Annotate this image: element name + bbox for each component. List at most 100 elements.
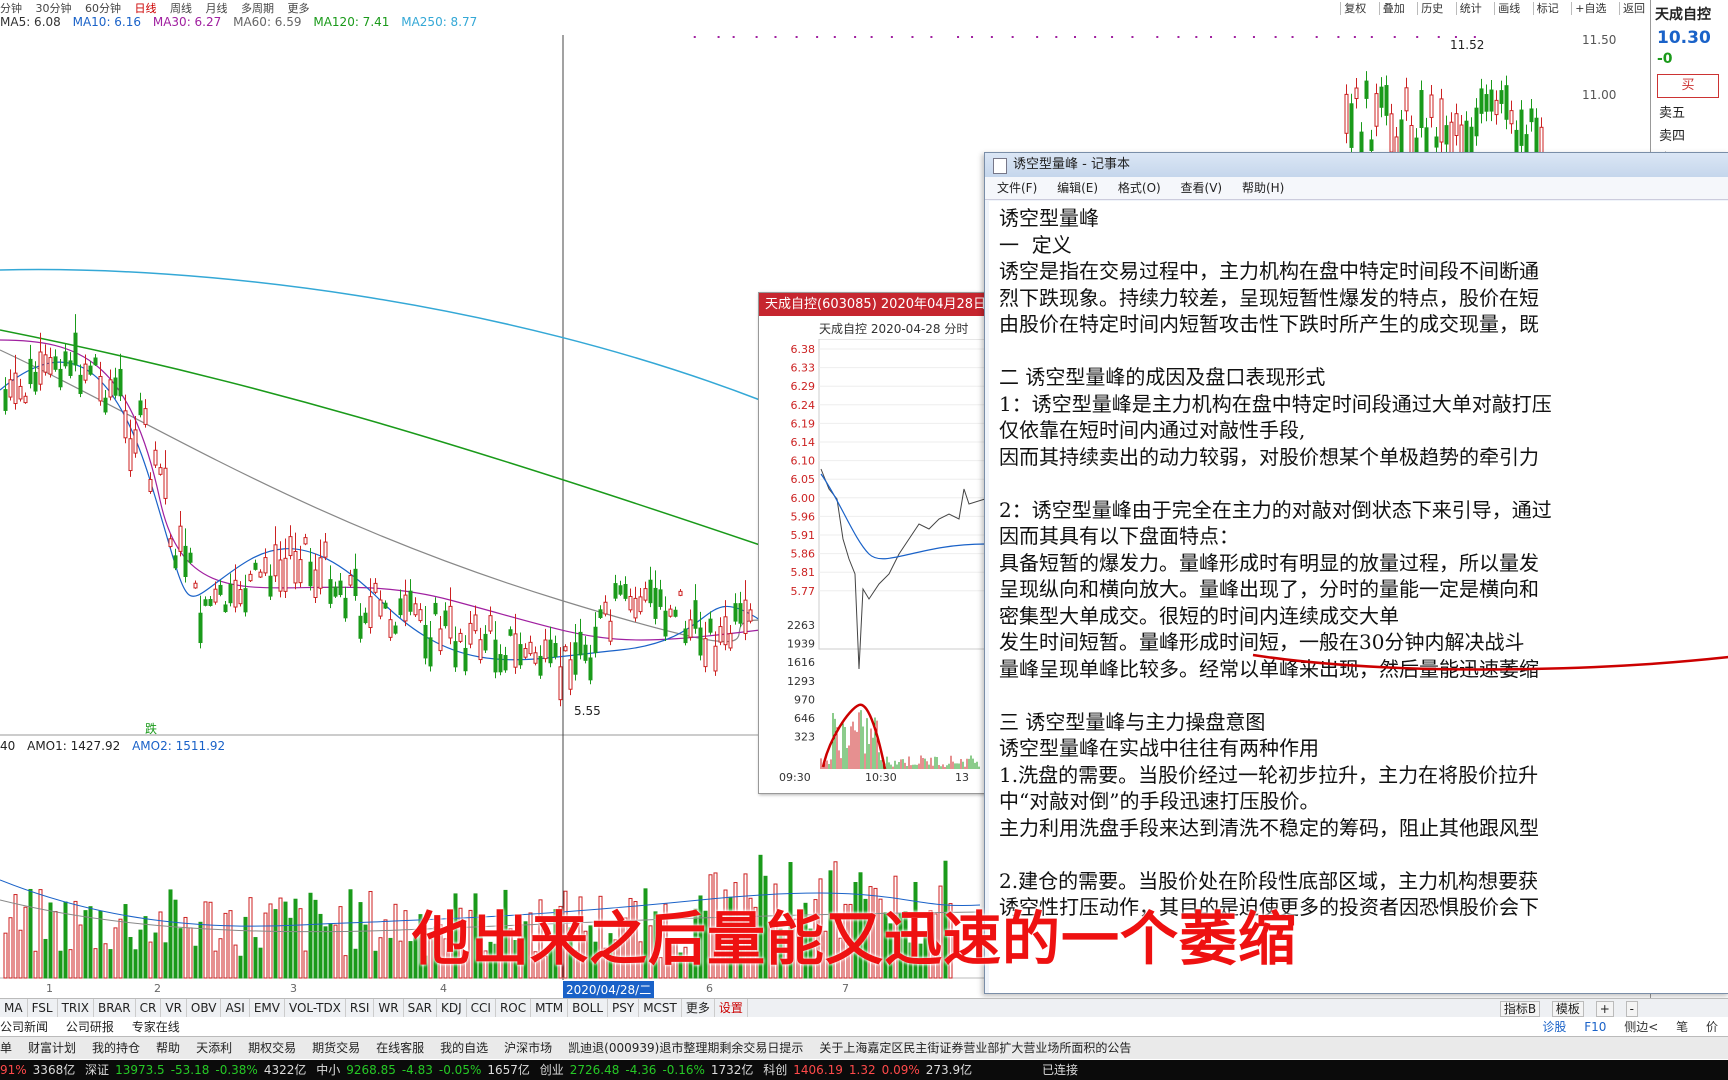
indicator-tab-16[interactable]: MTM	[531, 999, 569, 1017]
period-week[interactable]: 周线	[170, 2, 192, 15]
notepad-window[interactable]: 诱空型量峰 - 记事本 文件(F) 编辑(E) 格式(O) 查看(V) 帮助(H…	[984, 152, 1728, 994]
menu-view[interactable]: 查看(V)	[1181, 181, 1223, 195]
indicator-tab-2[interactable]: TRIX	[58, 999, 94, 1017]
signal-dot	[957, 36, 960, 38]
indicator-tab-7[interactable]: ASI	[221, 999, 250, 1017]
period-more[interactable]: 更多	[288, 2, 310, 15]
toolbar-item-7[interactable]: 在线客服	[376, 1041, 424, 1055]
period-day[interactable]: 日线	[135, 2, 157, 15]
indicator-tab-13[interactable]: KDJ	[437, 999, 467, 1017]
indicator-tab-10[interactable]: RSI	[346, 999, 375, 1017]
toolbar-item-9[interactable]: 沪深市场	[504, 1041, 552, 1055]
candle-body	[553, 643, 558, 658]
toolbar-item-1[interactable]: 财富计划	[28, 1041, 76, 1055]
period-30[interactable]: 30分钟	[36, 2, 72, 15]
indicator-tab-18[interactable]: PSY	[608, 999, 640, 1017]
indicator-tab-5[interactable]: VR	[161, 999, 187, 1017]
candle-body	[1494, 99, 1499, 116]
notepad-line	[999, 682, 1728, 709]
chart-toolbar[interactable]: 复权 叠加 历史 统计 画线 标记 +自选 返回	[1334, 0, 1648, 16]
stats-button[interactable]: 统计	[1455, 2, 1485, 15]
indicator-tab-21[interactable]: 设置	[715, 999, 748, 1017]
indicator-tab-4[interactable]: CR	[136, 999, 162, 1017]
candle-body	[93, 357, 98, 366]
period-60[interactable]: 60分钟	[85, 2, 121, 15]
zoom-out-button[interactable]: -	[1625, 1001, 1638, 1017]
period-month[interactable]: 月线	[206, 2, 228, 15]
buy-button[interactable]: 买	[1657, 74, 1719, 98]
ticker-sz-pct: -0.38%	[215, 1063, 258, 1077]
indicator-tab-11[interactable]: WR	[374, 999, 404, 1017]
company-research-tab[interactable]: 公司研报	[66, 1020, 114, 1034]
back-button[interactable]: 返回	[1619, 2, 1648, 15]
draw-button[interactable]: 画线	[1494, 2, 1524, 15]
toolbar-item-8[interactable]: 我的自选	[440, 1041, 488, 1055]
volume-bar	[173, 899, 178, 979]
restore-button[interactable]: 复权	[1340, 2, 1370, 15]
indicator-tab-17[interactable]: BOLL	[568, 999, 609, 1017]
volume-bar	[308, 892, 313, 979]
period-multi[interactable]: 多周期	[241, 2, 274, 15]
overlay-button[interactable]: 叠加	[1378, 2, 1408, 15]
indicator-tab-8[interactable]: EMV	[250, 999, 285, 1017]
menu-edit[interactable]: 编辑(E)	[1057, 181, 1098, 195]
candle-body	[73, 332, 78, 366]
candle-body	[393, 625, 398, 634]
indicator-tab-3[interactable]: BRAR	[94, 999, 136, 1017]
indicator-tab-0[interactable]: MA	[0, 999, 28, 1017]
diagnosis-tabs[interactable]: 诊股 F10 侧边< 笔 价	[1528, 1018, 1718, 1035]
menu-file[interactable]: 文件(F)	[997, 181, 1037, 195]
notepad-menubar[interactable]: 文件(F) 编辑(E) 格式(O) 查看(V) 帮助(H)	[985, 177, 1728, 200]
indicator-b-button[interactable]: 指标B	[1499, 1001, 1541, 1017]
intraday-popup-title[interactable]: 天成自控(603085) 2020年04月28日 星期二	[759, 293, 985, 316]
indicator-tools[interactable]: 指标B 模板 + -	[1492, 1000, 1638, 1017]
notepad-text-area[interactable]: 诱空型量峰一 定义 诱空是指在交易过程中，主力机构在盘中特定时间段不间断通 烈下跌现…	[989, 201, 1728, 993]
price-button[interactable]: 价	[1706, 1020, 1718, 1034]
add-watch-button[interactable]: +自选	[1571, 2, 1610, 15]
indicator-tab-20[interactable]: 更多	[682, 999, 715, 1017]
info-tabs[interactable]: 公司新闻 公司研报 专家在线	[0, 1018, 194, 1035]
menu-format[interactable]: 格式(O)	[1118, 181, 1161, 195]
volume-bar	[293, 898, 298, 979]
indicator-tab-12[interactable]: SAR	[404, 999, 437, 1017]
volume-bar	[58, 950, 63, 979]
menu-help[interactable]: 帮助(H)	[1242, 181, 1284, 195]
toolbar-item-6[interactable]: 期货交易	[312, 1041, 360, 1055]
candle-body	[1474, 107, 1479, 137]
company-news-tab[interactable]: 公司新闻	[0, 1020, 48, 1034]
indicator-tab-1[interactable]: FSL	[28, 999, 58, 1017]
toolbar-item-4[interactable]: 天添利	[196, 1041, 232, 1055]
bottom-toolbar[interactable]: 单 财富计划 我的持仓 帮助 天添利 期权交易 期货交易 在线客服 我的自选 沪深市场 凯迪退(00…	[0, 1036, 1728, 1059]
volume-bar	[283, 901, 288, 979]
indicator-tab-19[interactable]: MCST	[639, 999, 682, 1017]
mark-button[interactable]: 标记	[1532, 2, 1562, 15]
period-bar[interactable]: 分钟 30分钟 60分钟 日线 周线 月线 多周期 更多	[0, 0, 320, 15]
history-button[interactable]: 历史	[1417, 2, 1447, 15]
low-price-mark: 5.55	[574, 704, 601, 718]
toolbar-item-2[interactable]: 我的持仓	[92, 1041, 140, 1055]
f10-button[interactable]: F10	[1584, 1020, 1606, 1034]
toolbar-item-5[interactable]: 期权交易	[248, 1041, 296, 1055]
notepad-titlebar[interactable]: 诱空型量峰 - 记事本	[985, 153, 1728, 177]
ticker-zx-amt: 1657亿	[487, 1063, 530, 1077]
intraday-popup[interactable]: 天成自控(603085) 2020年04月28日 星期二 天成自控 2020-0…	[758, 292, 986, 794]
diagnose-button[interactable]: 诊股	[1542, 1020, 1566, 1034]
template-button[interactable]: 模板	[1551, 1001, 1584, 1017]
indicator-tabs[interactable]: MA FSL TRIX BRAR CR VR OBV ASI EMV VOL-TDX RSI WR SA…	[0, 998, 1728, 1017]
sidebar-toggle[interactable]: 侧边<	[1624, 1020, 1658, 1034]
toolbar-item-0[interactable]: 单	[0, 1041, 12, 1055]
indicator-tab-9[interactable]: VOL-TDX	[285, 999, 346, 1017]
tick-button[interactable]: 笔	[1676, 1020, 1688, 1034]
toolbar-item-3[interactable]: 帮助	[156, 1041, 180, 1055]
period-min[interactable]: 分钟	[0, 2, 22, 15]
expert-online-tab[interactable]: 专家在线	[132, 1020, 180, 1034]
indicator-tab-6[interactable]: OBV	[187, 999, 222, 1017]
candle-body	[148, 478, 153, 492]
indicator-tab-14[interactable]: CCI	[467, 999, 496, 1017]
toolbar-item-11[interactable]: 关于上海嘉定区民主街证券营业部扩大营业场所面积的公告	[819, 1041, 1131, 1055]
candle-body	[233, 579, 238, 608]
candle-body	[198, 612, 203, 644]
toolbar-item-10[interactable]: 凯迪退(000939)退市整理期剩余交易日提示	[568, 1041, 803, 1055]
indicator-tab-15[interactable]: ROC	[496, 999, 532, 1017]
zoom-in-button[interactable]: +	[1595, 1001, 1614, 1017]
